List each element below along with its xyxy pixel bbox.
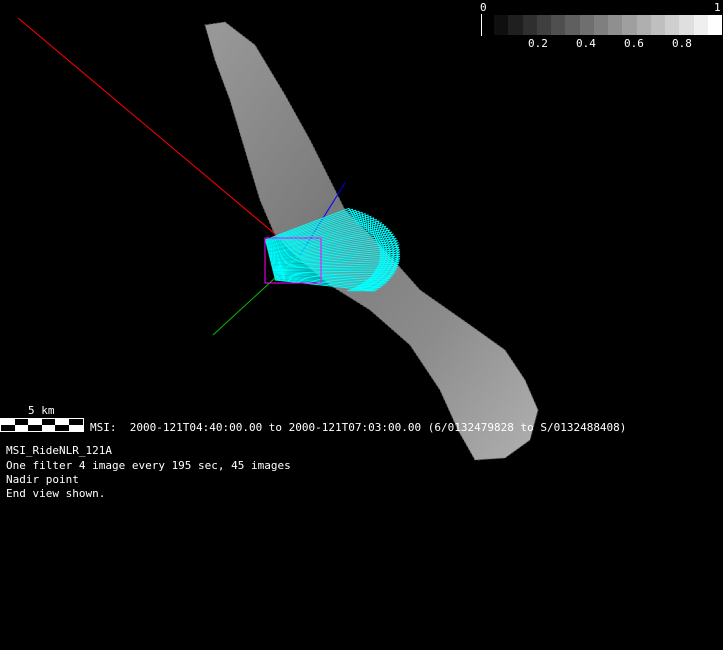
scale-bar-label: 5 km [28, 404, 55, 417]
asteroid-scene [17, 17, 539, 461]
colorbar-tick-label: 0.6 [624, 37, 644, 50]
colorbar-min-label: 0 [480, 1, 487, 14]
colorbar-step [693, 15, 708, 35]
observation-time-range: MSI: 2000-121T04:40:00.00 to 2000-121T07… [90, 421, 627, 434]
scale-bar-cell [41, 425, 56, 431]
colorbar-step [536, 15, 551, 35]
colorbar-step [707, 15, 722, 35]
colorbar-min-tick [481, 14, 482, 36]
scale-bar-cell [14, 425, 29, 431]
colorbar-step [565, 15, 580, 35]
scale-bar [0, 418, 84, 432]
colorbar-step [551, 15, 566, 35]
colorbar-step [622, 15, 637, 35]
pointing-mode: Nadir point [6, 473, 79, 486]
colorbar-step [679, 15, 694, 35]
colorbar-step [522, 15, 537, 35]
colorbar-step [593, 15, 608, 35]
sequence-description: One filter 4 image every 195 sec, 45 ima… [6, 459, 291, 472]
colorbar-step [636, 15, 651, 35]
scale-bar-cell [1, 425, 15, 431]
colorbar-tick-label: 0.8 [672, 37, 692, 50]
scale-bar-cell [28, 425, 42, 431]
render-view: 0 1 0.2 0.4 0.6 0.8 5 km MSI: 2000-121T0… [0, 0, 723, 650]
asteroid-shape [204, 21, 539, 461]
scale-bar-cell [55, 425, 69, 431]
sequence-name: MSI_RideNLR_121A [6, 444, 112, 457]
view-note: End view shown. [6, 487, 106, 500]
colorbar-max-label: 1 [714, 1, 721, 14]
colorbar-step [608, 15, 623, 35]
colorbar-step [508, 15, 523, 35]
colorbar-step [650, 15, 665, 35]
colorbar-step [579, 15, 594, 35]
colorbar-step [494, 15, 509, 35]
scale-bar-cell [68, 425, 83, 431]
colorbar-tick-label: 0.2 [528, 37, 548, 50]
colorbar-step [665, 15, 680, 35]
colorbar [494, 15, 722, 35]
colorbar-tick-label: 0.4 [576, 37, 596, 50]
